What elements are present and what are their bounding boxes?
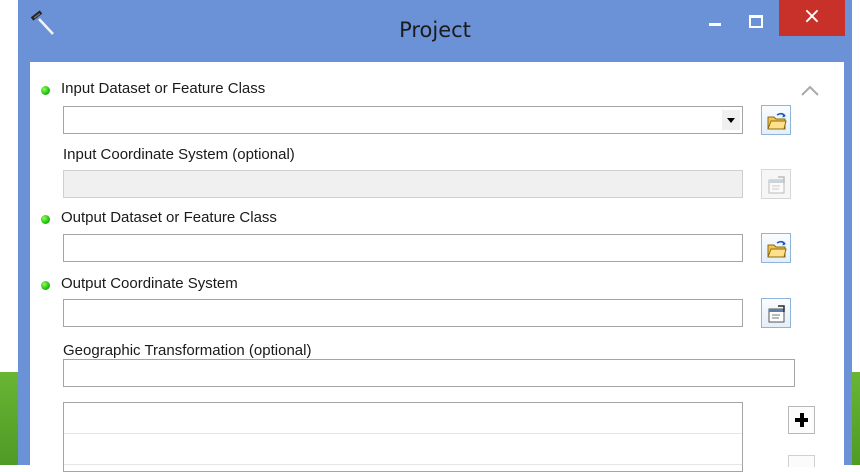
list-item[interactable] [64, 434, 742, 465]
output-dataset-field[interactable] [64, 235, 742, 261]
minimize-button[interactable] [698, 8, 732, 34]
browse-input-dataset-button[interactable] [761, 105, 791, 135]
output-coordinate-system-field[interactable] [64, 300, 742, 326]
background-page-left [0, 0, 18, 465]
spatial-reference-properties-icon [768, 176, 785, 194]
browse-folder-icon [767, 112, 787, 130]
background-banner [0, 372, 18, 465]
project-dialog: Project × Input Dataset or Feature Class… [18, 0, 852, 472]
output-coordinate-system-properties-button[interactable] [761, 298, 791, 328]
remove-transformation-button [788, 455, 815, 467]
input-coordinate-system-field [64, 171, 742, 197]
output-coordinate-system-box[interactable] [63, 299, 743, 327]
title-bar[interactable]: Project × [18, 0, 852, 62]
output-dataset-box[interactable] [63, 234, 743, 262]
background-page-right [852, 0, 860, 465]
transformation-list[interactable] [63, 402, 743, 472]
list-item[interactable] [64, 403, 742, 434]
spatial-reference-properties-icon [768, 305, 785, 323]
required-indicator [41, 215, 50, 224]
geographic-transformation-field[interactable] [64, 360, 794, 386]
browse-output-dataset-button[interactable] [761, 233, 791, 263]
input-dataset-field[interactable] [64, 107, 742, 133]
output-dataset-label: Output Dataset or Feature Class [61, 209, 277, 226]
input-dataset-combobox[interactable] [63, 106, 743, 134]
scroll-up-arrow-icon[interactable] [798, 84, 822, 100]
maximize-button[interactable] [738, 8, 772, 34]
close-icon: × [802, 4, 822, 29]
chevron-down-icon[interactable] [722, 110, 740, 130]
background-banner [852, 372, 860, 465]
input-dataset-label: Input Dataset or Feature Class [61, 80, 266, 97]
add-transformation-button[interactable] [788, 406, 815, 434]
geographic-transformation-box[interactable] [63, 359, 795, 387]
required-indicator [41, 281, 50, 290]
required-indicator [41, 86, 50, 95]
input-coordinate-system-box [63, 170, 743, 198]
input-coordinate-system-properties-button [761, 169, 791, 199]
browse-folder-icon [767, 240, 787, 258]
close-button[interactable]: × [779, 0, 845, 36]
output-coordinate-system-label: Output Coordinate System [61, 275, 238, 292]
tool-parameters-panel: Input Dataset or Feature Class Input Coo… [30, 62, 844, 472]
geographic-transformation-label: Geographic Transformation (optional) [63, 342, 312, 359]
input-coordinate-system-label: Input Coordinate System (optional) [63, 146, 295, 163]
